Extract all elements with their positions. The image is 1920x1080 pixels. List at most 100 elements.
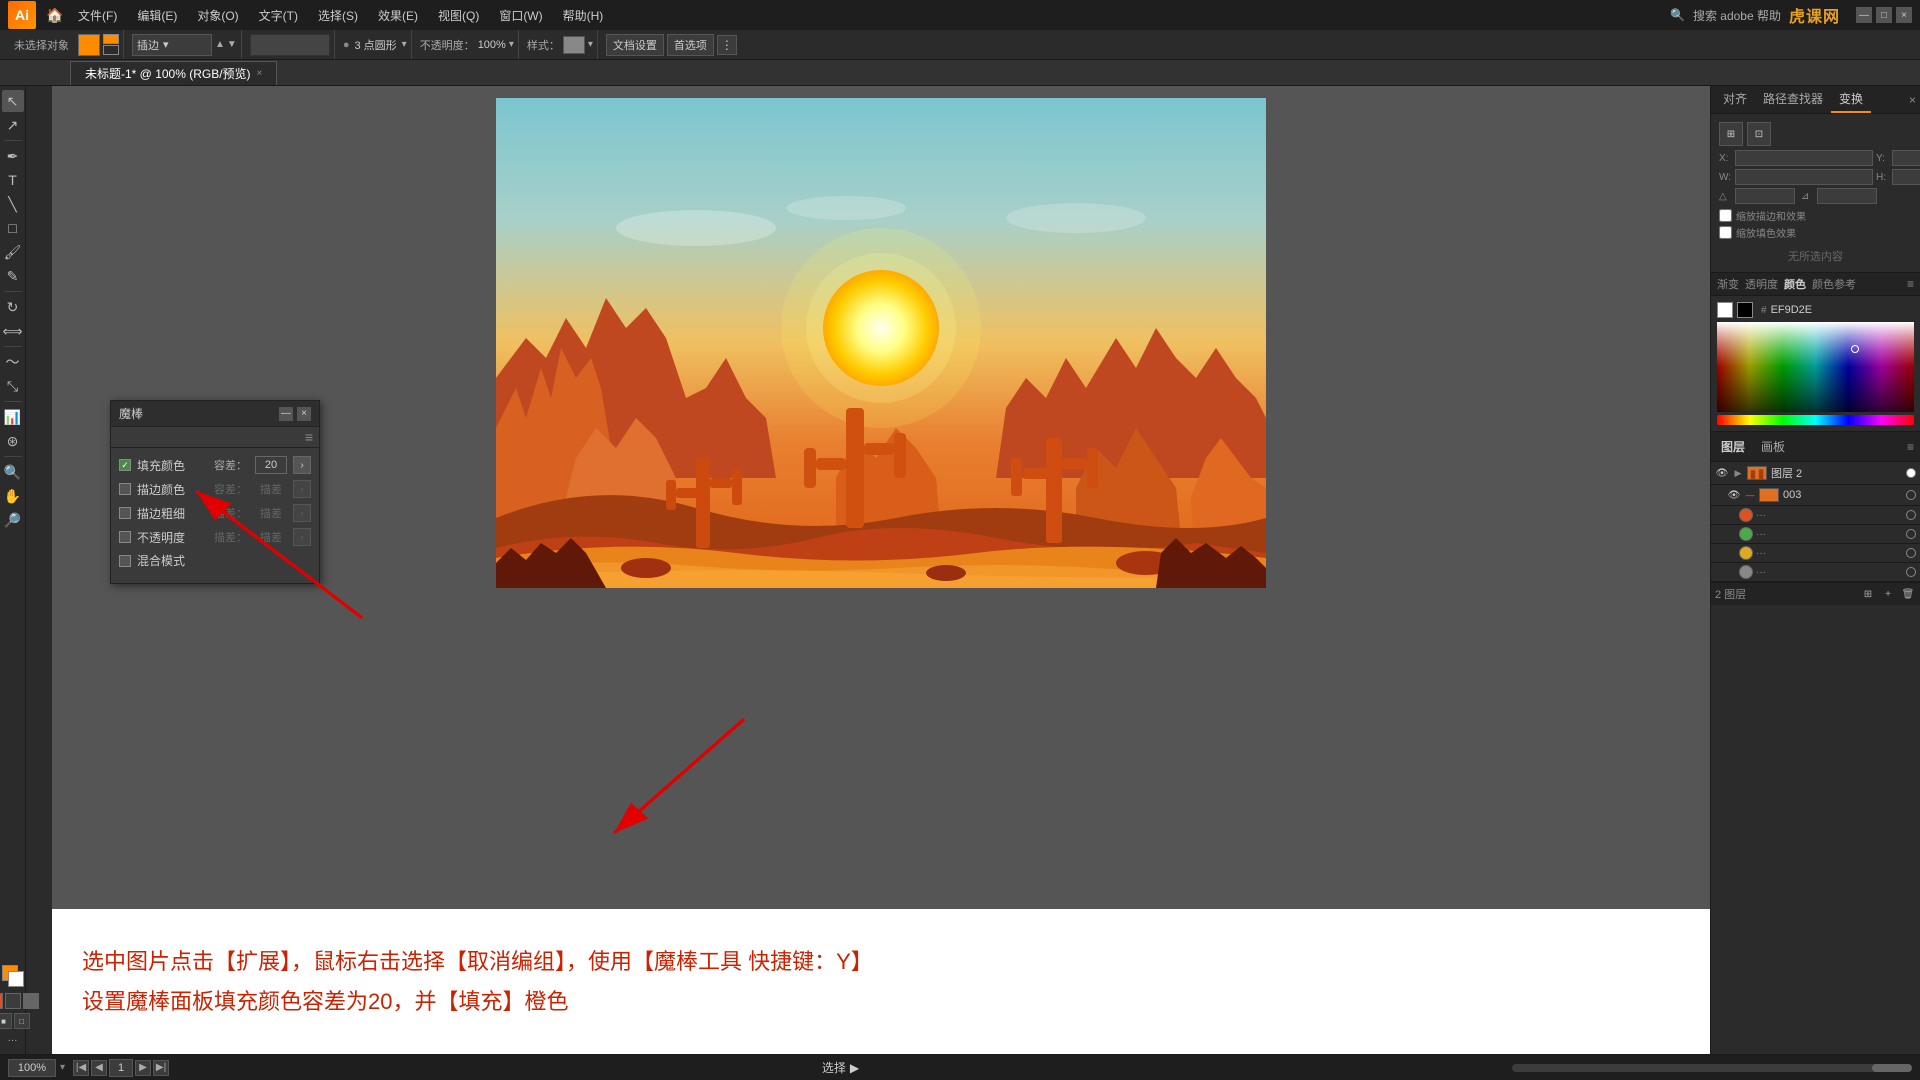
nav-next-btn[interactable]: ▶ (135, 1060, 151, 1076)
blend-mode-checkbox[interactable] (119, 555, 131, 567)
swatch-red-target[interactable] (1906, 510, 1916, 520)
opacity-dropdown[interactable]: ▾ (509, 39, 514, 50)
scale-tool[interactable]: ⤡ (2, 375, 24, 397)
x-input[interactable] (1735, 150, 1873, 166)
swatch-gray[interactable] (1739, 565, 1753, 579)
hue-slider[interactable] (1717, 415, 1914, 425)
tab-pathfinder[interactable]: 路径查找器 (1755, 86, 1831, 113)
scroll-track[interactable] (1512, 1064, 1912, 1072)
more-tools-btn[interactable]: ··· (8, 1035, 18, 1046)
paintbrush-tool[interactable]: 🖌 (2, 241, 24, 263)
stroke-swatch-top[interactable] (103, 34, 119, 44)
zoom-tool[interactable]: 🔎 (2, 509, 24, 531)
restore-button[interactable]: □ (1876, 7, 1892, 23)
layer-item-003[interactable]: 👁 — 003 (1711, 485, 1920, 506)
menu-view[interactable]: 视图(Q) (430, 5, 487, 26)
color-spectrum[interactable] (1717, 322, 1914, 412)
cp-tab-color[interactable]: 颜色 (1784, 276, 1806, 292)
type-tool[interactable]: T (2, 169, 24, 191)
stroke-width-checkbox[interactable] (119, 507, 131, 519)
pen-tool[interactable]: ✒ (2, 145, 24, 167)
rotate-tool[interactable]: ↻ (2, 296, 24, 318)
style-dropdown[interactable]: ▾ (588, 39, 593, 50)
fill-tolerance-arrow[interactable]: › (293, 456, 311, 474)
menu-file[interactable]: 文件(F) (70, 5, 125, 26)
extra-swatch-1[interactable] (0, 993, 3, 1009)
layer2-eye[interactable]: 👁 (1715, 466, 1729, 480)
nav-prev-btn[interactable]: ◀ (91, 1060, 107, 1076)
brush-up-arrow[interactable]: ▲ (215, 39, 225, 50)
layer2-expand[interactable]: ▶ (1733, 468, 1743, 478)
extra-icon-1[interactable]: ⋮ (717, 35, 737, 55)
opacity-checkbox[interactable] (119, 531, 131, 543)
transform-icon-1[interactable]: ⊞ (1719, 122, 1743, 146)
h-input[interactable] (1892, 169, 1920, 185)
swatch-green[interactable] (1739, 527, 1753, 541)
layers-tab-artboards[interactable]: 画板 (1757, 436, 1789, 457)
menu-select[interactable]: 选择(S) (310, 5, 366, 26)
doc-settings-button[interactable]: 文档设置 (606, 34, 664, 56)
menu-text[interactable]: 文字(T) (251, 5, 306, 26)
swatch-yellow[interactable] (1739, 546, 1753, 560)
fill-color-checkbox[interactable] (119, 459, 131, 471)
swatch-yellow-target[interactable] (1906, 548, 1916, 558)
brush-size-dropdown[interactable]: ▾ (402, 39, 407, 50)
fill-mode-btn[interactable]: ■ (0, 1013, 12, 1029)
stroke-width-arrow[interactable]: › (293, 504, 311, 522)
nav-last-btn[interactable]: ▶| (153, 1060, 169, 1076)
background-color[interactable] (8, 971, 24, 987)
transform-icon-2[interactable]: ⊡ (1747, 122, 1771, 146)
fill-color-swatch[interactable] (78, 34, 100, 56)
tab-document[interactable]: 未标题-1* @ 100% (RGB/预览) × (70, 61, 277, 85)
preferences-button[interactable]: 首选项 (667, 34, 714, 56)
tab-align[interactable]: 对齐 (1715, 86, 1755, 113)
nav-first-btn[interactable]: |◀ (73, 1060, 89, 1076)
y-input[interactable] (1892, 150, 1920, 166)
stroke-swatch-bottom[interactable] (103, 45, 119, 55)
pencil-tool[interactable]: ✎ (2, 265, 24, 287)
menu-effect[interactable]: 效果(E) (370, 5, 426, 26)
magic-panel-minimize[interactable]: — (279, 407, 293, 421)
menu-window[interactable]: 窗口(W) (491, 5, 550, 26)
zoom-input[interactable] (8, 1059, 56, 1077)
minimize-button[interactable]: — (1856, 7, 1872, 23)
blend-dropdown[interactable]: 插边 ▾ (132, 34, 212, 56)
tab-close-button[interactable]: × (257, 68, 263, 79)
delete-layer-btn[interactable]: 🗑 (1900, 586, 1916, 602)
w-input[interactable] (1735, 169, 1873, 185)
layers-tab-layers[interactable]: 图层 (1717, 436, 1749, 457)
new-layer-btn[interactable]: + (1880, 586, 1896, 602)
layer003-target[interactable] (1906, 490, 1916, 500)
reflect-tool[interactable]: ⟺ (2, 320, 24, 342)
black-swatch[interactable] (1737, 302, 1753, 318)
menu-edit[interactable]: 编辑(E) (129, 5, 185, 26)
angle-input[interactable] (1735, 188, 1795, 204)
fill-tolerance-input[interactable] (255, 456, 287, 474)
select-tool[interactable]: ↖ (2, 90, 24, 112)
swatch-red[interactable] (1739, 508, 1753, 522)
cp-tab-color-ref[interactable]: 颜色参考 (1812, 276, 1856, 292)
layer003-expand[interactable]: — (1745, 490, 1755, 500)
right-panel-close-btn[interactable]: × (1909, 93, 1916, 107)
search-icon[interactable]: 🔍 (1670, 8, 1685, 22)
menu-help[interactable]: 帮助(H) (555, 5, 612, 26)
zoom-dropdown[interactable]: ▾ (60, 1062, 65, 1073)
stroke-tolerance-arrow[interactable]: › (293, 480, 311, 498)
rect-tool[interactable]: □ (2, 217, 24, 239)
proportional-checkbox[interactable] (1719, 226, 1732, 239)
direct-select-tool[interactable]: ↗ (2, 114, 24, 136)
brush-name-input[interactable] (250, 34, 330, 56)
warp-tool[interactable]: 〜 (2, 351, 24, 373)
magic-panel-close[interactable]: × (297, 407, 311, 421)
swatch-gray-target[interactable] (1906, 567, 1916, 577)
cp-tab-gradient[interactable]: 渐变 (1717, 276, 1739, 292)
layer2-target[interactable] (1906, 468, 1916, 478)
scale-strokes-checkbox[interactable] (1719, 209, 1732, 222)
make-sublayer-btn[interactable]: ⊞ (1860, 586, 1876, 602)
tab-transform[interactable]: 变换 (1831, 86, 1871, 113)
close-button[interactable]: × (1896, 7, 1912, 23)
menu-object[interactable]: 对象(O) (189, 5, 246, 26)
hand-tool[interactable]: ✋ (2, 485, 24, 507)
graph-tool[interactable]: 📊 (2, 406, 24, 428)
extra-swatch-2[interactable] (5, 993, 21, 1009)
